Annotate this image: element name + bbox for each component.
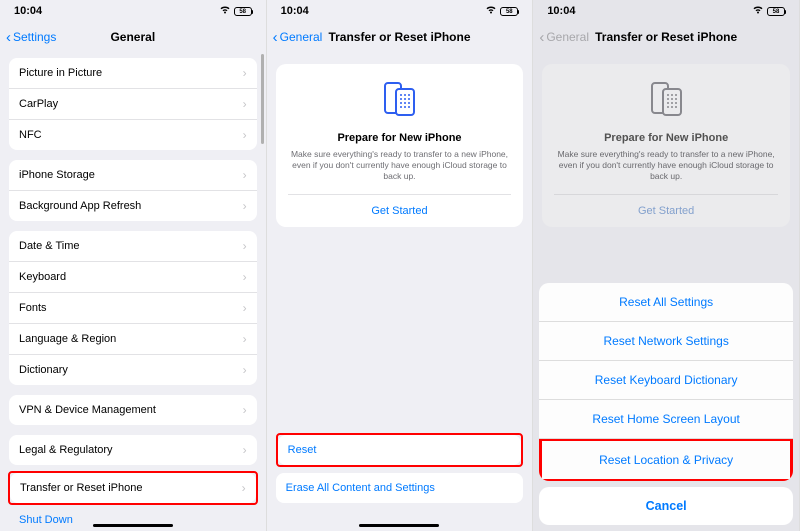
sheet-reset-home[interactable]: Reset Home Screen Layout <box>539 400 793 439</box>
settings-group: iPhone Storage› Background App Refresh› <box>9 160 257 221</box>
get-started-button[interactable]: Get Started <box>288 194 512 227</box>
get-started-button: Get Started <box>554 194 778 227</box>
row-legal[interactable]: Legal & Regulatory› <box>9 435 257 465</box>
sheet-reset-keyboard[interactable]: Reset Keyboard Dictionary <box>539 361 793 400</box>
scroll-indicator[interactable] <box>261 54 264 144</box>
chevron-left-icon: ‹ <box>6 30 11 45</box>
row-iphone-storage[interactable]: iPhone Storage› <box>9 160 257 191</box>
back-label: General <box>546 30 589 44</box>
card-heading: Prepare for New iPhone <box>288 132 512 144</box>
action-sheet-group: Reset All Settings Reset Network Setting… <box>539 283 793 481</box>
back-button[interactable]: ‹ Settings <box>6 30 56 45</box>
row-language-region[interactable]: Language & Region› <box>9 324 257 355</box>
settings-list: Picture in Picture› CarPlay› NFC› iPhone… <box>0 58 266 531</box>
chevron-right-icon: › <box>243 168 247 182</box>
chevron-right-icon: › <box>243 66 247 80</box>
back-button: ‹ General <box>539 30 589 45</box>
row-background-app-refresh[interactable]: Background App Refresh› <box>9 191 257 221</box>
screen-general: 10:04 58 ‹ Settings General Picture in P… <box>0 0 267 531</box>
chevron-left-icon: ‹ <box>539 30 544 45</box>
chevron-right-icon: › <box>243 363 247 377</box>
highlight-reset: Reset <box>276 433 524 467</box>
highlight-transfer-reset: Transfer or Reset iPhone› <box>8 471 258 505</box>
devices-icon <box>554 78 778 122</box>
settings-group: Legal & Regulatory› <box>9 435 257 465</box>
battery-icon: 58 <box>500 7 518 16</box>
row-vpn[interactable]: VPN & Device Management› <box>9 395 257 425</box>
row-carplay[interactable]: CarPlay› <box>9 89 257 120</box>
back-label: General <box>280 30 323 44</box>
home-indicator[interactable] <box>359 524 439 528</box>
card-body: Make sure everything's ready to transfer… <box>288 149 512 182</box>
chevron-right-icon: › <box>243 270 247 284</box>
settings-group: Date & Time› Keyboard› Fonts› Language &… <box>9 231 257 385</box>
chevron-left-icon: ‹ <box>273 30 278 45</box>
wifi-icon <box>752 5 764 17</box>
status-time: 10:04 <box>281 5 309 17</box>
devices-icon <box>288 78 512 122</box>
wifi-icon <box>219 5 231 17</box>
row-fonts[interactable]: Fonts› <box>9 293 257 324</box>
row-reset[interactable]: Reset <box>278 435 522 465</box>
navbar: ‹ Settings General <box>0 22 266 52</box>
prepare-card: Prepare for New iPhone Make sure everyth… <box>542 64 790 227</box>
battery-icon: 58 <box>767 7 785 16</box>
status-bar: 10:04 58 <box>0 0 266 22</box>
row-date-time[interactable]: Date & Time› <box>9 231 257 262</box>
sheet-reset-network[interactable]: Reset Network Settings <box>539 322 793 361</box>
card-heading: Prepare for New iPhone <box>554 132 778 144</box>
row-dictionary[interactable]: Dictionary› <box>9 355 257 385</box>
chevron-right-icon: › <box>243 97 247 111</box>
bottom-links: Reset Erase All Content and Settings <box>276 433 524 503</box>
row-erase-all[interactable]: Erase All Content and Settings <box>276 473 524 503</box>
row-picture-in-picture[interactable]: Picture in Picture› <box>9 58 257 89</box>
card-body: Make sure everything's ready to transfer… <box>554 149 778 182</box>
chevron-right-icon: › <box>243 403 247 417</box>
chevron-right-icon: › <box>243 443 247 457</box>
home-indicator[interactable] <box>93 524 173 528</box>
prepare-card: Prepare for New iPhone Make sure everyth… <box>276 64 524 227</box>
back-label: Settings <box>13 30 56 44</box>
chevron-right-icon: › <box>242 481 246 495</box>
navbar: ‹ General Transfer or Reset iPhone <box>267 22 533 52</box>
settings-group: VPN & Device Management› <box>9 395 257 425</box>
row-keyboard[interactable]: Keyboard› <box>9 262 257 293</box>
highlight-reset-location: Reset Location & Privacy <box>539 439 793 481</box>
screen-reset-sheet: 10:04 58 ‹ General Transfer or Reset iPh… <box>533 0 800 531</box>
row-shutdown[interactable]: Shut Down <box>9 505 257 531</box>
nav-title: General <box>110 30 155 44</box>
status-time: 10:04 <box>14 5 42 17</box>
sheet-cancel-button[interactable]: Cancel <box>539 487 793 525</box>
row-transfer-reset[interactable]: Transfer or Reset iPhone› <box>10 473 256 503</box>
navbar: ‹ General Transfer or Reset iPhone <box>533 22 799 52</box>
status-bar: 10:04 58 <box>533 0 799 22</box>
chevron-right-icon: › <box>243 128 247 142</box>
nav-title: Transfer or Reset iPhone <box>328 30 470 44</box>
sheet-reset-location[interactable]: Reset Location & Privacy <box>542 441 790 479</box>
status-time: 10:04 <box>547 5 575 17</box>
sheet-reset-all[interactable]: Reset All Settings <box>539 283 793 322</box>
chevron-right-icon: › <box>243 239 247 253</box>
status-bar: 10:04 58 <box>267 0 533 22</box>
back-button[interactable]: ‹ General <box>273 30 323 45</box>
action-sheet: Reset All Settings Reset Network Setting… <box>539 283 793 525</box>
row-nfc[interactable]: NFC› <box>9 120 257 150</box>
nav-title: Transfer or Reset iPhone <box>595 30 737 44</box>
wifi-icon <box>485 5 497 17</box>
chevron-right-icon: › <box>243 332 247 346</box>
battery-icon: 58 <box>234 7 252 16</box>
settings-group: Picture in Picture› CarPlay› NFC› <box>9 58 257 150</box>
screen-transfer-reset: 10:04 58 ‹ General Transfer or Reset iPh… <box>267 0 534 531</box>
chevron-right-icon: › <box>243 199 247 213</box>
chevron-right-icon: › <box>243 301 247 315</box>
